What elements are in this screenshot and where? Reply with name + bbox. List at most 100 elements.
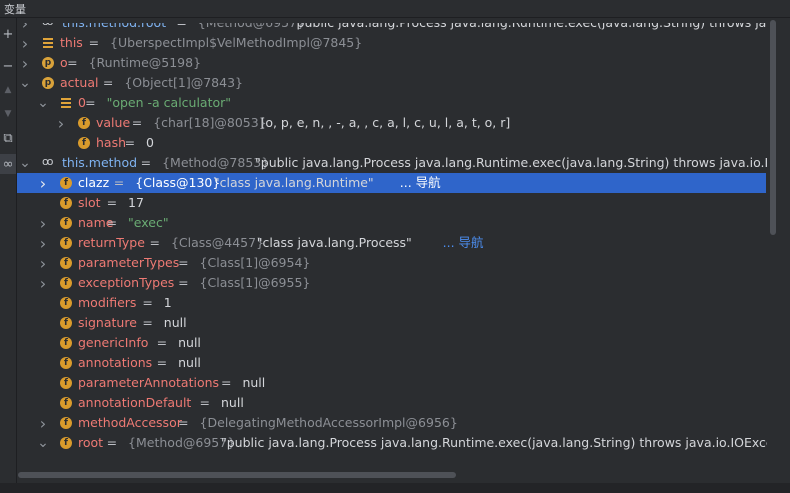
tree-row[interactable]: f signature = null <box>17 313 766 333</box>
field-icon: f <box>78 137 90 149</box>
collapse-arrow-icon[interactable]: ⌄ <box>37 433 49 453</box>
variable-name: hash <box>96 135 127 150</box>
expand-arrow-icon[interactable]: › <box>20 53 30 73</box>
equals-sign: = <box>199 395 211 410</box>
variables-tree[interactable]: › oo this.method.root = {Method@6957} "pub… <box>17 23 767 473</box>
variable-value: "exec" <box>128 215 169 230</box>
tree-row[interactable]: f annotationDefault = null <box>17 393 766 413</box>
tree-row[interactable]: f genericInfo = null <box>17 333 766 353</box>
expand-arrow-icon[interactable]: › <box>38 213 48 233</box>
tree-row[interactable]: f modifiers = 1 <box>17 293 766 313</box>
watches-toggle-button[interactable]: ∞ <box>0 154 16 174</box>
object-reference: {Method@6957} <box>198 23 305 33</box>
tree-row[interactable]: ⌄ f root = {Method@6957} "public java.lang… <box>17 433 767 453</box>
tree-row[interactable]: › this = {UberspectImpl$VelMethodImpl@784… <box>17 33 766 53</box>
tree-row[interactable]: › f parameterTypes = {Class[1]@6954} <box>17 253 766 273</box>
navigate-link[interactable]: ... 导航 <box>443 233 484 253</box>
equals-sign: = <box>106 195 118 210</box>
horizontal-scrollbar[interactable] <box>16 471 777 479</box>
tree-row[interactable]: › f value = {char[18]@8053} [o, p, e, n, ,… <box>17 113 766 133</box>
variables-panel-header: 变量 <box>0 0 790 18</box>
variable-value: "public java.lang.Process java.lang.Runt… <box>291 23 767 33</box>
tree-row[interactable]: ⌄ oo this.method = {Method@7853} "public j… <box>17 153 767 173</box>
move-down-button[interactable]: ▼ <box>0 104 16 124</box>
field-icon: f <box>60 357 72 369</box>
variable-name: annotationDefault <box>78 395 192 410</box>
field-icon: f <box>78 117 90 129</box>
variable-value: "class java.lang.Process" <box>256 235 412 250</box>
vertical-scrollbar[interactable] <box>769 18 777 471</box>
equals-sign: = <box>106 215 118 230</box>
expand-arrow-icon[interactable]: › <box>20 33 30 53</box>
equals-sign: = <box>156 335 168 350</box>
equals-sign: = <box>85 95 96 110</box>
status-strip <box>0 483 790 493</box>
expand-arrow-icon[interactable]: › <box>20 23 30 33</box>
vertical-scroll-thumb[interactable] <box>770 20 776 235</box>
tree-row[interactable]: ⌄ 0 = "open -a calculator" <box>17 93 766 113</box>
field-icon: f <box>60 177 72 189</box>
variable-value: 17 <box>128 195 144 210</box>
expand-arrow-icon[interactable]: › <box>38 253 48 273</box>
tree-row[interactable]: ⌄ p actual = {Object[1]@7843} <box>17 73 766 93</box>
field-icon: f <box>60 277 72 289</box>
parameter-icon: p <box>42 77 54 89</box>
equals-sign: = <box>156 355 168 370</box>
expand-arrow-icon[interactable]: › <box>38 233 48 253</box>
tree-row[interactable]: f annotations = null <box>17 353 766 373</box>
tree-row[interactable]: › p o = {Runtime@5198} <box>17 53 766 73</box>
panel-title: 变量 <box>4 3 26 16</box>
collapse-arrow-icon[interactable]: ⌄ <box>19 153 31 173</box>
equals-sign: = <box>176 23 186 33</box>
object-reference: {Runtime@5198} <box>88 55 202 70</box>
add-watch-button[interactable]: + <box>0 24 16 44</box>
field-icon: f <box>60 317 72 329</box>
navigate-link[interactable]: ... 导航 <box>400 173 441 193</box>
tree-row[interactable]: › f methodAccessor = {DelegatingMethodAcce… <box>17 413 766 433</box>
variable-name: parameterTypes <box>78 255 180 270</box>
expand-arrow-icon[interactable]: › <box>56 113 66 133</box>
tree-row[interactable]: › f exceptionTypes = {Class[1]@6955} <box>17 273 766 293</box>
expand-arrow-icon[interactable]: › <box>38 173 48 193</box>
variable-name: this.method <box>62 155 138 170</box>
no-arrow <box>38 193 48 213</box>
field-icon: f <box>60 197 72 209</box>
move-up-button[interactable]: ▲ <box>0 80 16 100</box>
copy-value-button[interactable]: ⧉ <box>0 128 16 148</box>
equals-sign: = <box>221 375 232 390</box>
field-icon: f <box>60 297 72 309</box>
variable-name: actual <box>60 75 99 90</box>
field-icon: f <box>60 437 72 449</box>
equals-sign: = <box>124 135 136 150</box>
collapse-arrow-icon[interactable]: ⌄ <box>37 93 49 113</box>
expand-arrow-icon[interactable]: › <box>38 273 48 293</box>
tree-row[interactable]: f slot = 17 <box>17 193 766 213</box>
equals-sign: = <box>113 175 125 190</box>
variable-value: null <box>163 315 187 330</box>
no-arrow <box>38 353 48 373</box>
horizontal-scroll-thumb[interactable] <box>18 472 456 478</box>
object-reference: {Method@6957} <box>128 435 236 450</box>
no-arrow <box>38 373 48 393</box>
tree-row[interactable]: › f returnType = {Class@4457} "class java.… <box>17 233 766 253</box>
equals-sign: = <box>178 255 189 270</box>
equals-sign: = <box>178 275 189 290</box>
equals-sign: = <box>142 295 153 310</box>
variable-name: signature <box>78 315 137 330</box>
variable-name: returnType <box>78 235 145 250</box>
watch-icon: oo <box>42 155 53 168</box>
collapse-arrow-icon[interactable]: ⌄ <box>19 73 31 93</box>
tree-row[interactable]: f hash = 0 <box>17 133 766 153</box>
variable-value: null <box>178 355 201 370</box>
equals-sign: = <box>149 235 160 250</box>
debugger-toolbar: + − ▲ ▼ ⧉ ∞ <box>0 18 17 493</box>
tree-row[interactable]: › f clazz = {Class@130} "class java.lang.R… <box>17 173 766 193</box>
expand-arrow-icon[interactable]: › <box>38 413 48 433</box>
equals-sign: = <box>131 115 143 130</box>
object-reference: {Class@4457} <box>170 235 265 250</box>
tree-row[interactable]: › f name = "exec" <box>17 213 766 233</box>
tree-row[interactable]: › oo this.method.root = {Method@6957} "pub… <box>17 23 767 33</box>
tree-row[interactable]: f parameterAnnotations = null <box>17 373 766 393</box>
variable-name: genericInfo <box>78 335 149 350</box>
remove-watch-button[interactable]: − <box>0 56 16 76</box>
